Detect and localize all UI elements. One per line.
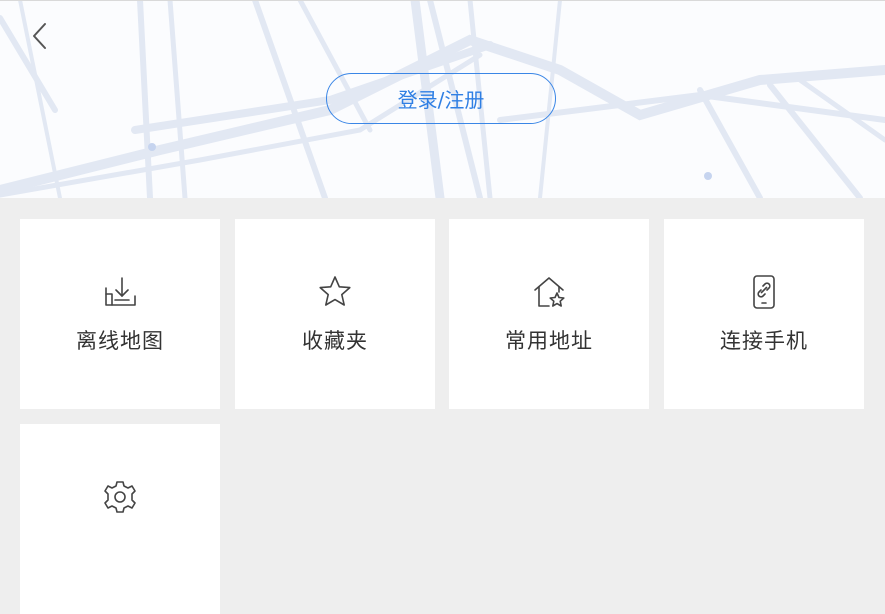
back-button[interactable]	[24, 16, 56, 56]
tile-favorites-label: 收藏夹	[302, 329, 368, 353]
tile-favorites[interactable]: 收藏夹	[235, 219, 435, 409]
star-icon	[319, 276, 351, 306]
tile-connect-phone[interactable]: 连接手机	[664, 219, 864, 409]
tile-offline-map[interactable]: 离线地图	[20, 219, 220, 409]
tile-common-address[interactable]: 常用地址	[449, 219, 649, 409]
phone-link-icon	[753, 275, 775, 309]
gear-icon	[104, 481, 136, 513]
home-star-icon	[534, 277, 565, 307]
tile-connect-phone-label: 连接手机	[720, 329, 808, 353]
login-register-label: 登录/注册	[397, 88, 485, 112]
tile-settings[interactable]	[20, 424, 220, 614]
offline-map-download-icon	[105, 277, 136, 306]
chevron-left-icon	[33, 23, 46, 49]
top-divider	[0, 0, 885, 1]
tile-offline-map-label: 离线地图	[76, 329, 164, 353]
login-register-button[interactable]: 登录/注册	[326, 73, 556, 124]
tile-common-address-label: 常用地址	[505, 329, 593, 353]
